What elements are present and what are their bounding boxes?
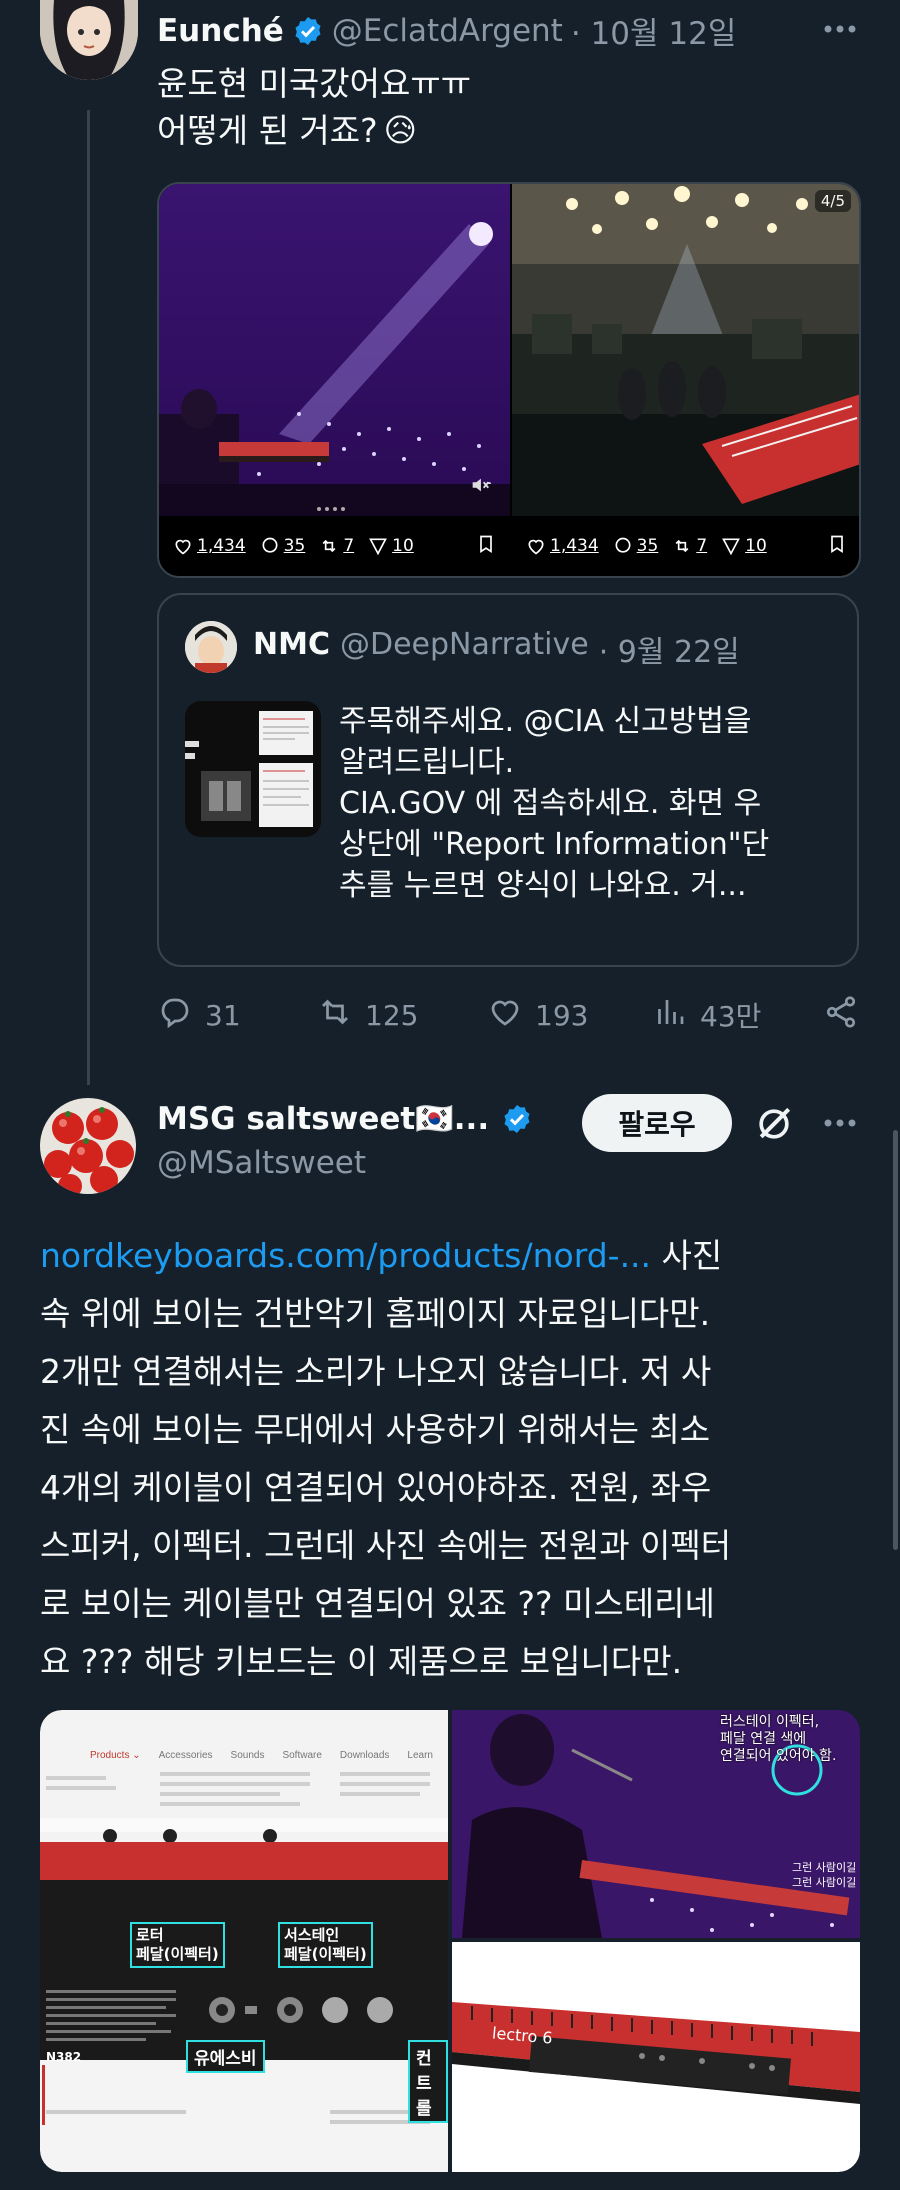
tweet1-header: Eunché @EclatdArgent · 10월 12일 [157, 8, 736, 53]
quote-line: 알려드립니다. [339, 745, 515, 780]
tweet2-line: 스피커, 이펙터. 그런데 사진 속에는 전원과 이펙터 [40, 1526, 732, 1565]
like-count: 193 [535, 998, 589, 1032]
tweet2-line: 요 ??? 해당 키보드는 이 제품으로 보입니다만. [40, 1642, 683, 1681]
video-like-stat[interactable]: 1,434 [526, 536, 599, 556]
video-share-stat[interactable]: 10 [721, 536, 767, 556]
verified-badge-icon [501, 1103, 533, 1135]
quote-line: 주목해주세요. @CIA 신고방법을 [339, 704, 752, 739]
quote-handle[interactable]: @DeepNarrative [340, 627, 589, 671]
handle[interactable]: @EclatdArgent [332, 13, 563, 49]
video-stats-bar: 1,434 35 7 10 [159, 516, 510, 576]
quote-line: 상단에 "Report Information"단 [339, 827, 770, 862]
quote-line: CIA.GOV 에 접속하세요. 화면 우 [339, 786, 762, 821]
heart-icon [487, 994, 523, 1037]
video-reply-stat[interactable]: 35 [613, 536, 658, 556]
thread-line [87, 110, 90, 1085]
tweet1-actions: 31 125 193 43만 [157, 990, 859, 1040]
handle[interactable]: @MSaltsweet [157, 1145, 366, 1181]
photo-caption-side: 그런 사람이길 그런 사람이길 [792, 1861, 857, 1889]
video-stats-bar: 1,434 35 7 10 [512, 516, 859, 576]
verified-badge-icon [292, 15, 324, 47]
reply-button[interactable]: 31 [157, 994, 317, 1037]
avatar[interactable] [40, 0, 138, 80]
concert-video-left[interactable]: 1,434 35 7 10 [159, 184, 510, 576]
more-options-icon[interactable] [820, 14, 860, 44]
media-counter: 4/5 [814, 190, 851, 212]
follow-button[interactable]: 팔로우 [582, 1094, 732, 1152]
model-label: N382 [46, 2050, 82, 2064]
sustain-pedal-annotation: 서스테인 페달(이펙터) [278, 1922, 373, 1968]
photo-caption-top: 러스테이 이펙터, 페달 연결 색에 연결되어 있어야 함. [720, 1714, 837, 1764]
tweet-date[interactable]: · 10월 12일 [571, 8, 737, 53]
mute-icon[interactable] [469, 474, 491, 496]
tweet2-media: Products ⌄ Accessories Sounds Software D… [40, 1710, 860, 2172]
avatar[interactable] [40, 1098, 136, 1194]
bookmark-icon[interactable] [827, 533, 847, 560]
analytics-icon [652, 994, 688, 1037]
tweet2-line: 진 속에 보이는 무대에서 사용하기 위해서는 최소 [40, 1410, 711, 1449]
quote-avatar[interactable] [185, 621, 237, 673]
video-repost-stat[interactable]: 7 [319, 536, 354, 556]
tweet1-line2: 어떻게 된 거죠? [157, 111, 378, 150]
control-annotation: 컨트롤 [408, 2040, 448, 2123]
quote-text: 주목해주세요. @CIA 신고방법을 알려드립니다. CIA.GOV 에 접속하… [339, 701, 839, 906]
share-icon [823, 994, 859, 1037]
views-button[interactable]: 43만 [652, 994, 812, 1037]
tweet1-media: 1,434 35 7 10 4/5 1,434 35 7 10 [157, 182, 861, 578]
quote-line: 추를 누르면 양식이 나와요. 거... [339, 868, 747, 903]
tweet2-text: nordkeyboards.com/products/nord-... 사진 속… [40, 1227, 860, 1691]
video-reply-stat[interactable]: 35 [260, 536, 305, 556]
tweet2-line: 사진 [651, 1236, 723, 1275]
video-share-stat[interactable]: 10 [368, 536, 414, 556]
display-name[interactable]: Eunché [157, 13, 284, 49]
quote-date[interactable]: · 9월 22일 [599, 627, 740, 671]
tweet1-line1: 윤도현 미국갔어요ㅠㅠ [157, 64, 472, 103]
display-name[interactable]: MSG saltsweet🇰🇷... [157, 1100, 489, 1137]
like-button[interactable]: 193 [487, 994, 652, 1037]
video-like-stat[interactable]: 1,434 [173, 536, 246, 556]
product-link[interactable]: nordkeyboards.com/products/nord-... [40, 1236, 651, 1275]
scrollbar-thumb[interactable] [893, 1130, 898, 1550]
sad-emoji-icon: 😥 [383, 111, 418, 149]
tweet2-line: 2개만 연결해서는 소리가 나오지 않습니다. 저 사 [40, 1352, 712, 1391]
concert-photo[interactable]: 러스테이 이펙터, 페달 연결 색에 연결되어 있어야 함. 그런 사람이길 그… [452, 1710, 860, 1938]
rotary-pedal-annotation: 로터 페달(이펙터) [130, 1922, 225, 1968]
concert-video-right[interactable]: 4/5 1,434 35 7 10 [512, 184, 859, 576]
quote-header: NMC @DeepNarrative · 9월 22일 [253, 627, 740, 671]
product-page-screenshot[interactable]: Products ⌄ Accessories Sounds Software D… [40, 1710, 448, 2172]
grok-icon[interactable] [752, 1102, 796, 1146]
quote-thumbnail[interactable] [185, 701, 321, 837]
quote-display-name[interactable]: NMC [253, 627, 330, 671]
view-count: 43만 [700, 1000, 762, 1033]
tweet2-line: 속 위에 보이는 건반악기 홈페이지 자료입니다만. [40, 1294, 711, 1333]
video-repost-stat[interactable]: 7 [672, 536, 707, 556]
share-button[interactable] [823, 994, 859, 1037]
keyboard-product-photo[interactable]: lectro 6 [452, 1942, 860, 2172]
reply-count: 31 [205, 998, 241, 1032]
reply-icon [157, 994, 193, 1037]
repost-count: 125 [365, 998, 419, 1032]
tweet2-header: MSG saltsweet🇰🇷... [157, 1100, 533, 1137]
bookmark-icon[interactable] [476, 533, 496, 560]
tweet1-text: 윤도현 미국갔어요ㅠㅠ 어떻게 된 거죠? 😥 [157, 60, 471, 154]
quoted-tweet[interactable]: NMC @DeepNarrative · 9월 22일 주목해주세요. @CIA… [157, 593, 859, 967]
repost-icon [317, 994, 353, 1037]
more-options-icon[interactable] [820, 1108, 860, 1138]
usb-annotation: 유에스비 [186, 2040, 265, 2073]
tweet2-line: 로 보이는 케이블만 연결되어 있죠 ?? 미스테리네 [40, 1584, 715, 1623]
carousel-dots [317, 507, 345, 511]
repost-button[interactable]: 125 [317, 994, 487, 1037]
tweet2-line: 4개의 케이블이 연결되어 있어야하죠. 전원, 좌우 [40, 1468, 712, 1507]
